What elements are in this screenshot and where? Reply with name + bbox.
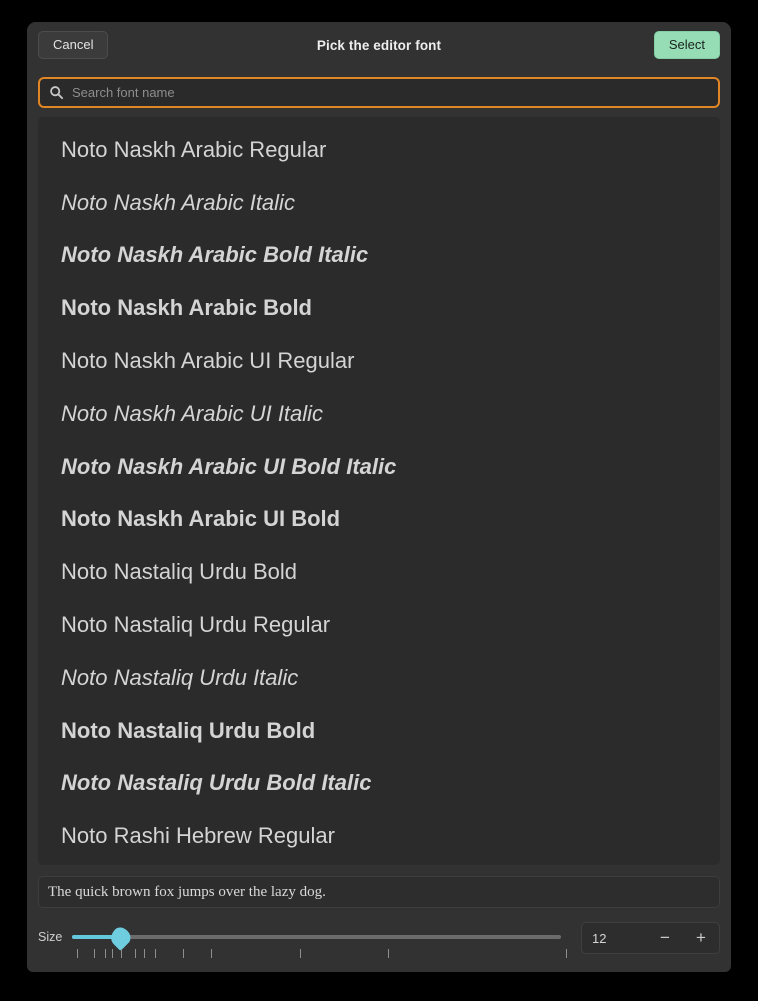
font-list-item[interactable]: Noto Naskh Arabic UI Bold [38,493,720,546]
font-list-item[interactable]: Noto Naskh Arabic Bold Italic [38,229,720,282]
font-list[interactable]: Noto Naskh Arabic Regular Noto Naskh Arab… [38,117,720,865]
slider-tick [94,949,96,958]
size-decrease-button[interactable]: − [647,923,683,953]
search-input[interactable] [72,85,709,100]
slider-tick [111,949,113,958]
font-list-item[interactable]: Noto Naskh Arabic Italic [38,176,720,229]
slider-tick [104,949,106,958]
size-spinbox[interactable]: 12 − + [581,922,720,954]
font-list-item[interactable]: Noto Naskh Arabic UI Bold Italic [38,440,720,493]
slider-tick [211,949,213,958]
preview-text: The quick brown fox jumps over the lazy … [48,883,326,900]
font-list-item-label: Noto Nastaliq Urdu Regular [61,611,331,637]
slider-tick [135,949,137,958]
font-list-item[interactable]: Noto Rashi Hebrew Regular [38,809,720,862]
dialog-title: Pick the editor font [316,37,442,53]
slider-handle[interactable] [107,924,135,951]
preview-box[interactable]: The quick brown fox jumps over the lazy … [38,876,720,908]
font-list-item-label: Noto Naskh Arabic UI Bold [61,506,341,532]
font-list-item-label: Noto Naskh Arabic UI Italic [61,400,324,426]
size-value: 12 [592,930,607,946]
search-area [27,68,731,117]
slider-tick [182,949,184,958]
slider-tick [388,949,390,958]
font-list-item[interactable]: Noto Nastaliq Urdu Italic [38,651,720,704]
select-button[interactable]: Select [653,30,720,60]
slider-tick [565,949,567,958]
font-list-item[interactable]: Noto Naskh Arabic UI Regular [38,334,720,387]
font-list-item-label: Noto Naskh Arabic Bold [61,295,312,321]
slider-tick [77,949,79,958]
font-list-item-label: Noto Nastaliq Urdu Bold [61,559,298,585]
font-list-item[interactable]: Noto Nastaliq Urdu Bold [38,704,720,757]
search-icon [49,85,64,100]
slider-track[interactable] [72,935,561,939]
slider-tick [121,949,123,958]
font-list-item-label: Noto Rashi Hebrew Regular [61,823,335,849]
font-list-item-label: Noto Naskh Arabic Regular [61,136,327,162]
cancel-button[interactable]: Cancel [38,30,109,60]
font-list-item[interactable]: Noto Naskh Arabic UI Italic [38,387,720,440]
font-list-item-label: Noto Naskh Arabic Italic [61,189,295,215]
font-list-item[interactable]: Noto Naskh Arabic Regular [38,123,720,176]
size-control-row: Size 12 − + [27,914,731,972]
font-list-item[interactable]: Noto Naskh Arabic Bold [38,281,720,334]
font-list-item-label: Noto Nastaliq Urdu Bold Italic [61,770,372,796]
dialog-header: Cancel Pick the editor font Select [27,22,731,68]
search-field[interactable] [38,77,720,108]
preview-area: The quick brown fox jumps over the lazy … [27,865,731,914]
font-list-item-label: Noto Naskh Arabic UI Bold Italic [61,453,397,479]
font-list-panel: Noto Naskh Arabic Regular Noto Naskh Arab… [38,117,720,865]
font-list-item[interactable]: Noto Nastaliq Urdu Regular [38,598,720,651]
font-list-item-label: Noto Naskh Arabic UI Regular [61,347,355,373]
slider-tick [299,949,301,958]
size-increase-button[interactable]: + [683,923,719,953]
font-picker-dialog: Cancel Pick the editor font Select Noto … [27,22,731,972]
size-label: Size [38,930,63,944]
font-list-item-label: Noto Naskh Arabic Bold Italic [61,242,369,268]
font-list-item[interactable]: Noto Nastaliq Urdu Bold Italic [38,757,720,810]
size-slider[interactable] [72,922,567,962]
slider-tick [155,949,157,958]
font-list-item[interactable]: Noto Nastaliq Urdu Bold [38,545,720,598]
slider-tick [144,949,146,958]
font-list-item-label: Noto Nastaliq Urdu Bold [61,717,316,743]
font-list-item-label: Noto Nastaliq Urdu Italic [61,664,299,690]
